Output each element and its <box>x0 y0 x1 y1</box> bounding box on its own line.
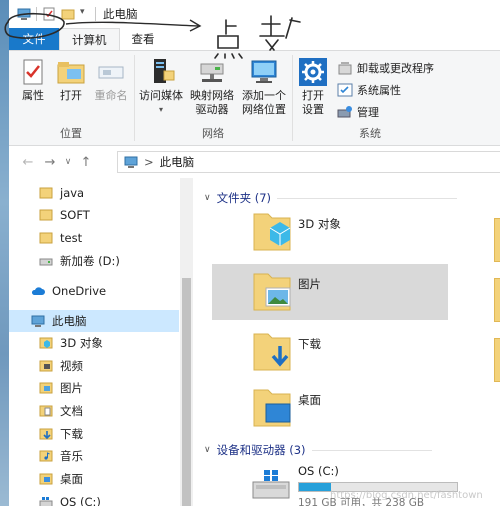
gear-icon <box>299 58 327 86</box>
location-group-label: 位置 <box>60 127 82 140</box>
manage-button[interactable]: 管理 <box>337 103 379 121</box>
nav-item-soft[interactable]: SOFT <box>9 204 179 226</box>
scrollbar-thumb[interactable] <box>182 278 191 506</box>
network-group: 访问媒体 ▾ 映射网络 驱动器 添加一个 网络位置 网络 <box>135 51 291 145</box>
system-properties-button[interactable]: 系统属性 <box>337 81 401 99</box>
windows-drive-icon <box>252 470 290 499</box>
nav-item-3d-objects[interactable]: 3D 对象 <box>9 332 179 354</box>
network-location-icon <box>251 60 277 83</box>
chevron-down-icon: ∨ <box>204 445 211 455</box>
nav-item-os-c[interactable]: OS (C:) <box>9 491 179 506</box>
up-arrow-icon[interactable]: ↑ <box>75 155 97 170</box>
new-folder-quick-icon[interactable] <box>61 7 75 21</box>
open-settings-button[interactable]: 打开 设置 <box>295 57 331 117</box>
rename-button[interactable]: 重命名 <box>91 57 131 103</box>
ribbon: 属性 打开 重命名 位置 访问媒体 ▾ 映射网络 驱动器 添加一个 网络位置 网… <box>9 50 500 146</box>
uninstall-icon <box>338 62 352 75</box>
pictures-icon <box>39 382 53 394</box>
computer-icon <box>124 156 138 168</box>
music-icon <box>39 450 53 462</box>
download-icon <box>39 428 53 440</box>
content-pane: ∨ 文件夹 (7) 3D 对象 图片 下载 桌面 ∨ 设备和驱动器 (3) OS… <box>194 178 500 506</box>
folder-pictures[interactable]: 图片 <box>212 264 448 320</box>
nav-item-java[interactable]: java <box>9 182 179 204</box>
computer-icon <box>17 7 31 21</box>
tab-computer[interactable]: 计算机 <box>59 28 120 50</box>
folder-icon <box>39 187 53 199</box>
downloads-folder-icon <box>253 333 291 371</box>
desktop-icon <box>39 473 53 485</box>
computer-icon <box>31 315 45 327</box>
video-icon <box>39 360 53 372</box>
ribbon-tabs: 文件 计算机 查看 <box>9 28 500 50</box>
nav-item-volume-d[interactable]: 新加卷 (D:) <box>9 250 179 272</box>
navigation-pane: java SOFT test 新加卷 (D:) OneDrive 此电脑 3D … <box>9 178 193 506</box>
desktop-strip <box>0 0 9 506</box>
folder-icon <box>39 232 53 244</box>
tab-view[interactable]: 查看 <box>120 28 167 50</box>
nav-item-desktop[interactable]: 桌面 <box>9 468 179 490</box>
properties-button[interactable]: 属性 <box>15 57 51 103</box>
tab-file[interactable]: 文件 <box>9 28 59 50</box>
forward-arrow-icon[interactable]: → <box>39 155 61 170</box>
chevron-down-icon: ▾ <box>158 105 163 114</box>
folder-icon[interactable] <box>494 278 500 322</box>
breadcrumb[interactable]: 此电脑 <box>160 154 195 170</box>
folder-desktop[interactable]: 桌面 <box>212 380 448 436</box>
system-properties-icon <box>337 83 353 97</box>
window-title: 此电脑 <box>103 7 138 21</box>
folder-icon[interactable] <box>494 218 500 262</box>
chevron-down-icon[interactable]: ▾ <box>80 7 90 21</box>
nav-item-pictures[interactable]: 图片 <box>9 377 179 399</box>
folder-icon[interactable] <box>494 338 500 382</box>
system-group-label: 系统 <box>359 127 381 140</box>
folder-downloads[interactable]: 下载 <box>212 324 448 380</box>
open-button[interactable]: 打开 <box>53 57 89 103</box>
address-bar[interactable]: > 此电脑 <box>117 151 500 173</box>
nav-item-this-pc[interactable]: 此电脑 <box>9 310 179 332</box>
nav-item-videos[interactable]: 视频 <box>9 355 179 377</box>
network-drive-icon <box>200 63 224 82</box>
drive-usage-fill <box>299 483 331 491</box>
nav-item-test[interactable]: test <box>9 227 179 249</box>
watermark: https://blog.csdn.net/fashtown <box>330 490 483 501</box>
open-folder-icon <box>57 62 85 84</box>
nav-item-music[interactable]: 音乐 <box>9 445 179 467</box>
map-network-drive-button[interactable]: 映射网络 驱动器 <box>187 57 237 117</box>
nav-pane-scrollbar[interactable] <box>180 178 193 506</box>
uninstall-program-button[interactable]: 卸载或更改程序 <box>337 59 434 77</box>
rename-icon <box>98 66 124 79</box>
folder-icon <box>39 209 53 221</box>
title-bar: ▾ 此电脑 <box>9 0 500 28</box>
add-network-location-button[interactable]: 添加一个 网络位置 <box>239 57 289 117</box>
properties-quick-icon[interactable] <box>42 7 56 21</box>
properties-icon <box>23 59 43 85</box>
3d-objects-icon <box>39 337 53 349</box>
nav-item-onedrive[interactable]: OneDrive <box>9 280 179 302</box>
devices-section-header[interactable]: ∨ 设备和驱动器 (3) <box>204 442 432 458</box>
system-group: 打开 设置 卸载或更改程序 系统属性 管理 系统 <box>293 51 499 145</box>
cloud-icon <box>31 287 45 295</box>
windows-drive-icon <box>39 497 53 506</box>
3d-objects-folder-icon <box>253 213 291 251</box>
nav-item-downloads[interactable]: 下载 <box>9 423 179 445</box>
drive-name: OS (C:) <box>298 464 339 478</box>
folder-3d-objects[interactable]: 3D 对象 <box>212 204 448 260</box>
chevron-down-icon: ∨ <box>204 193 211 203</box>
network-group-label: 网络 <box>202 127 224 140</box>
documents-icon <box>39 405 53 417</box>
back-arrow-icon[interactable]: ← <box>17 155 39 170</box>
access-media-button[interactable]: 访问媒体 ▾ <box>137 57 185 117</box>
nav-item-documents[interactable]: 文档 <box>9 400 179 422</box>
file-explorer-window: ▾ 此电脑 文件 计算机 查看 属性 打开 重命名 位置 访问媒体 ▾ 映射网络… <box>0 0 500 506</box>
pictures-folder-icon <box>253 273 291 311</box>
desktop-folder-icon <box>253 389 291 427</box>
breadcrumb-separator: > <box>144 155 154 169</box>
drive-icon <box>39 258 53 266</box>
media-server-icon <box>154 59 175 83</box>
address-bar-row: ← → ∨ ↑ > 此电脑 <box>9 146 500 178</box>
location-group: 属性 打开 重命名 位置 <box>9 51 133 145</box>
manage-icon <box>337 106 352 118</box>
chevron-down-icon[interactable]: ∨ <box>61 157 75 167</box>
